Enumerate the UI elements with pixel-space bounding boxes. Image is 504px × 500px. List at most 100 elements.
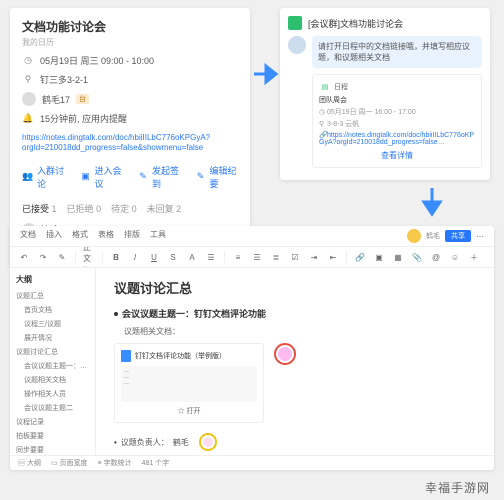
align-icon[interactable]: ≡	[232, 251, 244, 263]
chat-icon: 👥	[22, 171, 34, 183]
chat-title: [会议群]文档功能讨论会	[308, 17, 403, 30]
check-icon: ✎	[137, 171, 149, 183]
doc-title: 议题讨论汇总	[114, 278, 476, 297]
edit-summary-button[interactable]: ✎编辑纪要	[195, 164, 239, 190]
outdent-icon[interactable]: ⇤	[327, 251, 339, 263]
schedule-link: 🔗https://notes.dingtalk.com/doc/hbiiIILb…	[319, 131, 475, 146]
event-reminder: 15分钟前, 应用内提醒	[40, 112, 127, 125]
brush-icon[interactable]: ✎	[56, 251, 68, 263]
event-title: 文档功能讨论会	[22, 18, 238, 35]
indent-icon[interactable]: ⇥	[308, 251, 320, 263]
doc-preview: ———	[121, 366, 257, 402]
group-icon	[288, 16, 302, 30]
menu-bar: 文档 插入 格式 表格 排版 工具 鹤毛 共享 ⋯	[10, 226, 494, 247]
event-organizer-row: 鹤毛17 台	[22, 92, 238, 106]
accept-status: 已接受 1 已拒绝 0 待定 0 未回复 2	[22, 202, 238, 215]
event-actions: 👥入群讨论 ▣进入会议 ✎发起签到 ✎编辑纪要	[22, 164, 238, 190]
organizer-badge: 台	[76, 94, 89, 104]
calendar-icon: ▤	[319, 81, 331, 93]
share-button[interactable]: 共享	[445, 230, 471, 242]
list-item: 议题负责人：鹤毛	[114, 433, 476, 451]
status-count: 481 个字	[142, 458, 170, 468]
menu-table[interactable]: 表格	[98, 229, 114, 243]
table-icon[interactable]: ▦	[392, 251, 404, 263]
sb-item[interactable]: 展开情况	[16, 331, 89, 345]
video-icon: ▣	[80, 171, 92, 183]
sb-item[interactable]: 会议议题主题二	[16, 401, 89, 415]
edit-icon: ✎	[195, 171, 207, 183]
underline-icon[interactable]: U	[148, 251, 160, 263]
bullet-list: 议题负责人：鹤毛 预计耗时：10分钟 过程记录 #会议讨论：描述对应人的观点和建…	[114, 433, 476, 455]
presence-label: 鹤毛	[426, 231, 440, 241]
format-toolbar: ↶ ↷ ✎ 正文 ▾ B I U S A ☰ ≡ ☰ ≣ ☑ ⇥ ⇤ 🔗 ▣ ▦…	[10, 247, 494, 268]
avatar	[288, 36, 306, 54]
chat-card: [会议群]文档功能讨论会 请打开日程中的文档链接哦，并填写相应议题，和议题相关文…	[280, 8, 490, 180]
menu-insert[interactable]: 插入	[46, 229, 62, 243]
italic-icon[interactable]: I	[129, 251, 141, 263]
text-style[interactable]: 正文 ▾	[83, 251, 95, 263]
redo-icon[interactable]: ↷	[37, 251, 49, 263]
arrow-right-icon	[252, 62, 282, 86]
status-bar: ▤ 大纲 ▭ 页面宽度 ≡ 字数统计 481 个字	[10, 455, 494, 470]
menu-doc[interactable]: 文档	[20, 229, 36, 243]
document-body[interactable]: 议题讨论汇总 会议议题主题一：钉钉文档评论功能 议题相关文档： 钉钉文档评论功能…	[96, 268, 494, 455]
topic-heading: 会议议题主题一：钉钉文档评论功能	[114, 307, 476, 320]
sb-item[interactable]: 议程记录	[16, 415, 89, 429]
watermark: 幸福手游网	[425, 479, 490, 496]
list-ol-icon[interactable]: ≣	[270, 251, 282, 263]
start-sign-button[interactable]: ✎发起签到	[137, 164, 181, 190]
link-icon[interactable]: 🔗	[354, 251, 366, 263]
avatar-ring	[199, 433, 217, 451]
open-doc-button[interactable]: ☆ 打开	[121, 406, 257, 416]
sub-label: 议题相关文档：	[114, 326, 476, 337]
avatar-ring	[274, 343, 296, 365]
menu-tools[interactable]: 工具	[150, 229, 166, 243]
avatar	[22, 92, 36, 106]
event-date: 05月19日 周三 09:00 - 10:00	[40, 54, 154, 67]
undo-icon[interactable]: ↶	[18, 251, 30, 263]
join-discuss-button[interactable]: 👥入群讨论	[22, 164, 66, 190]
event-location-row: ⚲ 钉三多3-2-1	[22, 73, 238, 86]
event-link[interactable]: https://notes.dingtalk.com/doc/hbiiIILbC…	[22, 133, 238, 154]
event-location: 钉三多3-2-1	[40, 73, 88, 86]
chat-message-row: 请打开日程中的文档链接哦，并填写相应议题，和议题相关文档	[288, 36, 482, 68]
menu-format[interactable]: 格式	[72, 229, 88, 243]
enter-meeting-button[interactable]: ▣进入会议	[80, 164, 124, 190]
plus-icon[interactable]: ＋	[468, 251, 480, 263]
status-outline[interactable]: ▤ 大纲	[18, 458, 41, 468]
color-icon[interactable]: A	[186, 251, 198, 263]
sb-item[interactable]: 首页文档	[16, 303, 89, 317]
clock-icon: ◷	[22, 55, 34, 67]
sb-item[interactable]: 同步要要	[16, 443, 89, 455]
schedule-title: 团队周会	[319, 95, 475, 105]
attach-icon[interactable]: 📎	[411, 251, 423, 263]
event-subtitle: 我的日历	[22, 37, 238, 48]
bold-icon[interactable]: B	[110, 251, 122, 263]
image-icon[interactable]: ▣	[373, 251, 385, 263]
status-words[interactable]: ≡ 字数统计	[98, 458, 132, 468]
strike-icon[interactable]: S	[167, 251, 179, 263]
highlight-icon[interactable]: ☰	[205, 251, 217, 263]
sb-item[interactable]: 会议议题主题一：钉钉…	[16, 359, 89, 373]
sidebar-title: 大纲	[16, 274, 89, 285]
emoji-icon[interactable]: ☺	[449, 251, 461, 263]
sb-item[interactable]: 议程三/议题	[16, 317, 89, 331]
sb-item[interactable]: 议题讨论汇总	[16, 345, 89, 359]
sb-item[interactable]: 议题相关文档	[16, 373, 89, 387]
sb-item[interactable]: 操作相关人员	[16, 387, 89, 401]
status-pages[interactable]: ▭ 页面宽度	[51, 458, 88, 468]
sb-item[interactable]: 拍板要要	[16, 429, 89, 443]
checklist-icon[interactable]: ☑	[289, 251, 301, 263]
list-ul-icon[interactable]: ☰	[251, 251, 263, 263]
more-icon[interactable]: ⋯	[476, 232, 484, 241]
schedule-card[interactable]: ▤日程 团队周会 ◷05月19日 周一 16:00 - 17:00 ⚲3-8-3…	[312, 74, 482, 168]
event-reminder-row: 🔔 15分钟前, 应用内提醒	[22, 112, 238, 125]
view-detail-button[interactable]: 查看详情	[319, 146, 475, 161]
embedded-doc-card[interactable]: 钉钉文档评论功能（举例版） ——— ☆ 打开	[114, 343, 264, 423]
sb-item[interactable]: 议题汇总	[16, 289, 89, 303]
document-editor: 文档 插入 格式 表格 排版 工具 鹤毛 共享 ⋯ ↶ ↷ ✎ 正文 ▾ B I…	[10, 226, 494, 470]
schedule-time: ◷05月19日 周一 16:00 - 17:00	[319, 107, 475, 117]
menu-layout[interactable]: 排版	[124, 229, 140, 243]
at-icon[interactable]: @	[430, 251, 442, 263]
outline-sidebar: 大纲 议题汇总 首页文档 议程三/议题 展开情况 议题讨论汇总 会议议题主题一：…	[10, 268, 96, 455]
